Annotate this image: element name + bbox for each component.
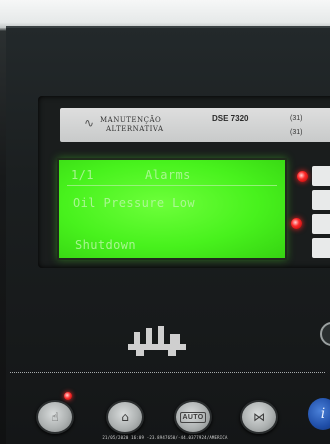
tower-icon: ⌂ [121, 410, 129, 424]
info-button[interactable]: i [308, 398, 330, 430]
info-icon: i [320, 406, 326, 422]
brand-mark-icon: ∿ [84, 116, 95, 130]
auto-mode-button[interactable]: AUTO [174, 400, 212, 434]
phone-numbers: (31) (31) [290, 112, 302, 140]
side-key-3[interactable] [312, 214, 330, 234]
hand-icon: ☝ [51, 410, 59, 424]
lcd-divider [67, 185, 277, 186]
model-number: DSE 7320 [212, 114, 249, 123]
generator-icon [128, 326, 186, 356]
photo-scene: ∿ MANUTENÇÃO ALTERNATIVA DSE 7320 (31) (… [0, 0, 330, 444]
wall-background [0, 0, 330, 28]
test-mode-button[interactable]: ⌂ [106, 400, 144, 434]
brand-line2: ALTERNATIVA [106, 125, 164, 133]
side-key-4[interactable] [312, 238, 330, 258]
lcd-page-indicator: 1/1 [71, 168, 94, 182]
mimic-line [10, 372, 325, 374]
side-key-2[interactable] [312, 190, 330, 210]
auto-icon: AUTO [179, 411, 207, 423]
side-keypad [312, 160, 330, 258]
side-key-1[interactable] [312, 166, 330, 186]
lcd-alarm-type: Shutdown [75, 238, 136, 252]
phone-line2: (31) [290, 129, 303, 136]
phone-line1: (31) [290, 115, 303, 122]
manual-mode-button[interactable]: ☝ [36, 400, 74, 434]
lcd-screen: 1/1 Alarms Oil Pressure Low Shutdown [57, 158, 287, 260]
photo-timestamp: 21/05/2020 16:09 -23.8947650/-44.0377924… [102, 435, 228, 440]
brand-line1: MANUTENÇÃO [100, 116, 162, 124]
lcd-alarm-text: Oil Pressure Low [73, 196, 195, 210]
status-led-bottom [291, 218, 302, 229]
manual-mode-led [64, 392, 72, 400]
lcd-title: Alarms [145, 168, 191, 182]
brand-logo: ∿ MANUTENÇÃO ALTERNATIVA [84, 114, 194, 136]
breaker-button[interactable]: ⋈ [240, 400, 278, 434]
bowtie-icon: ⋈ [253, 410, 265, 424]
status-led-top [297, 171, 308, 182]
